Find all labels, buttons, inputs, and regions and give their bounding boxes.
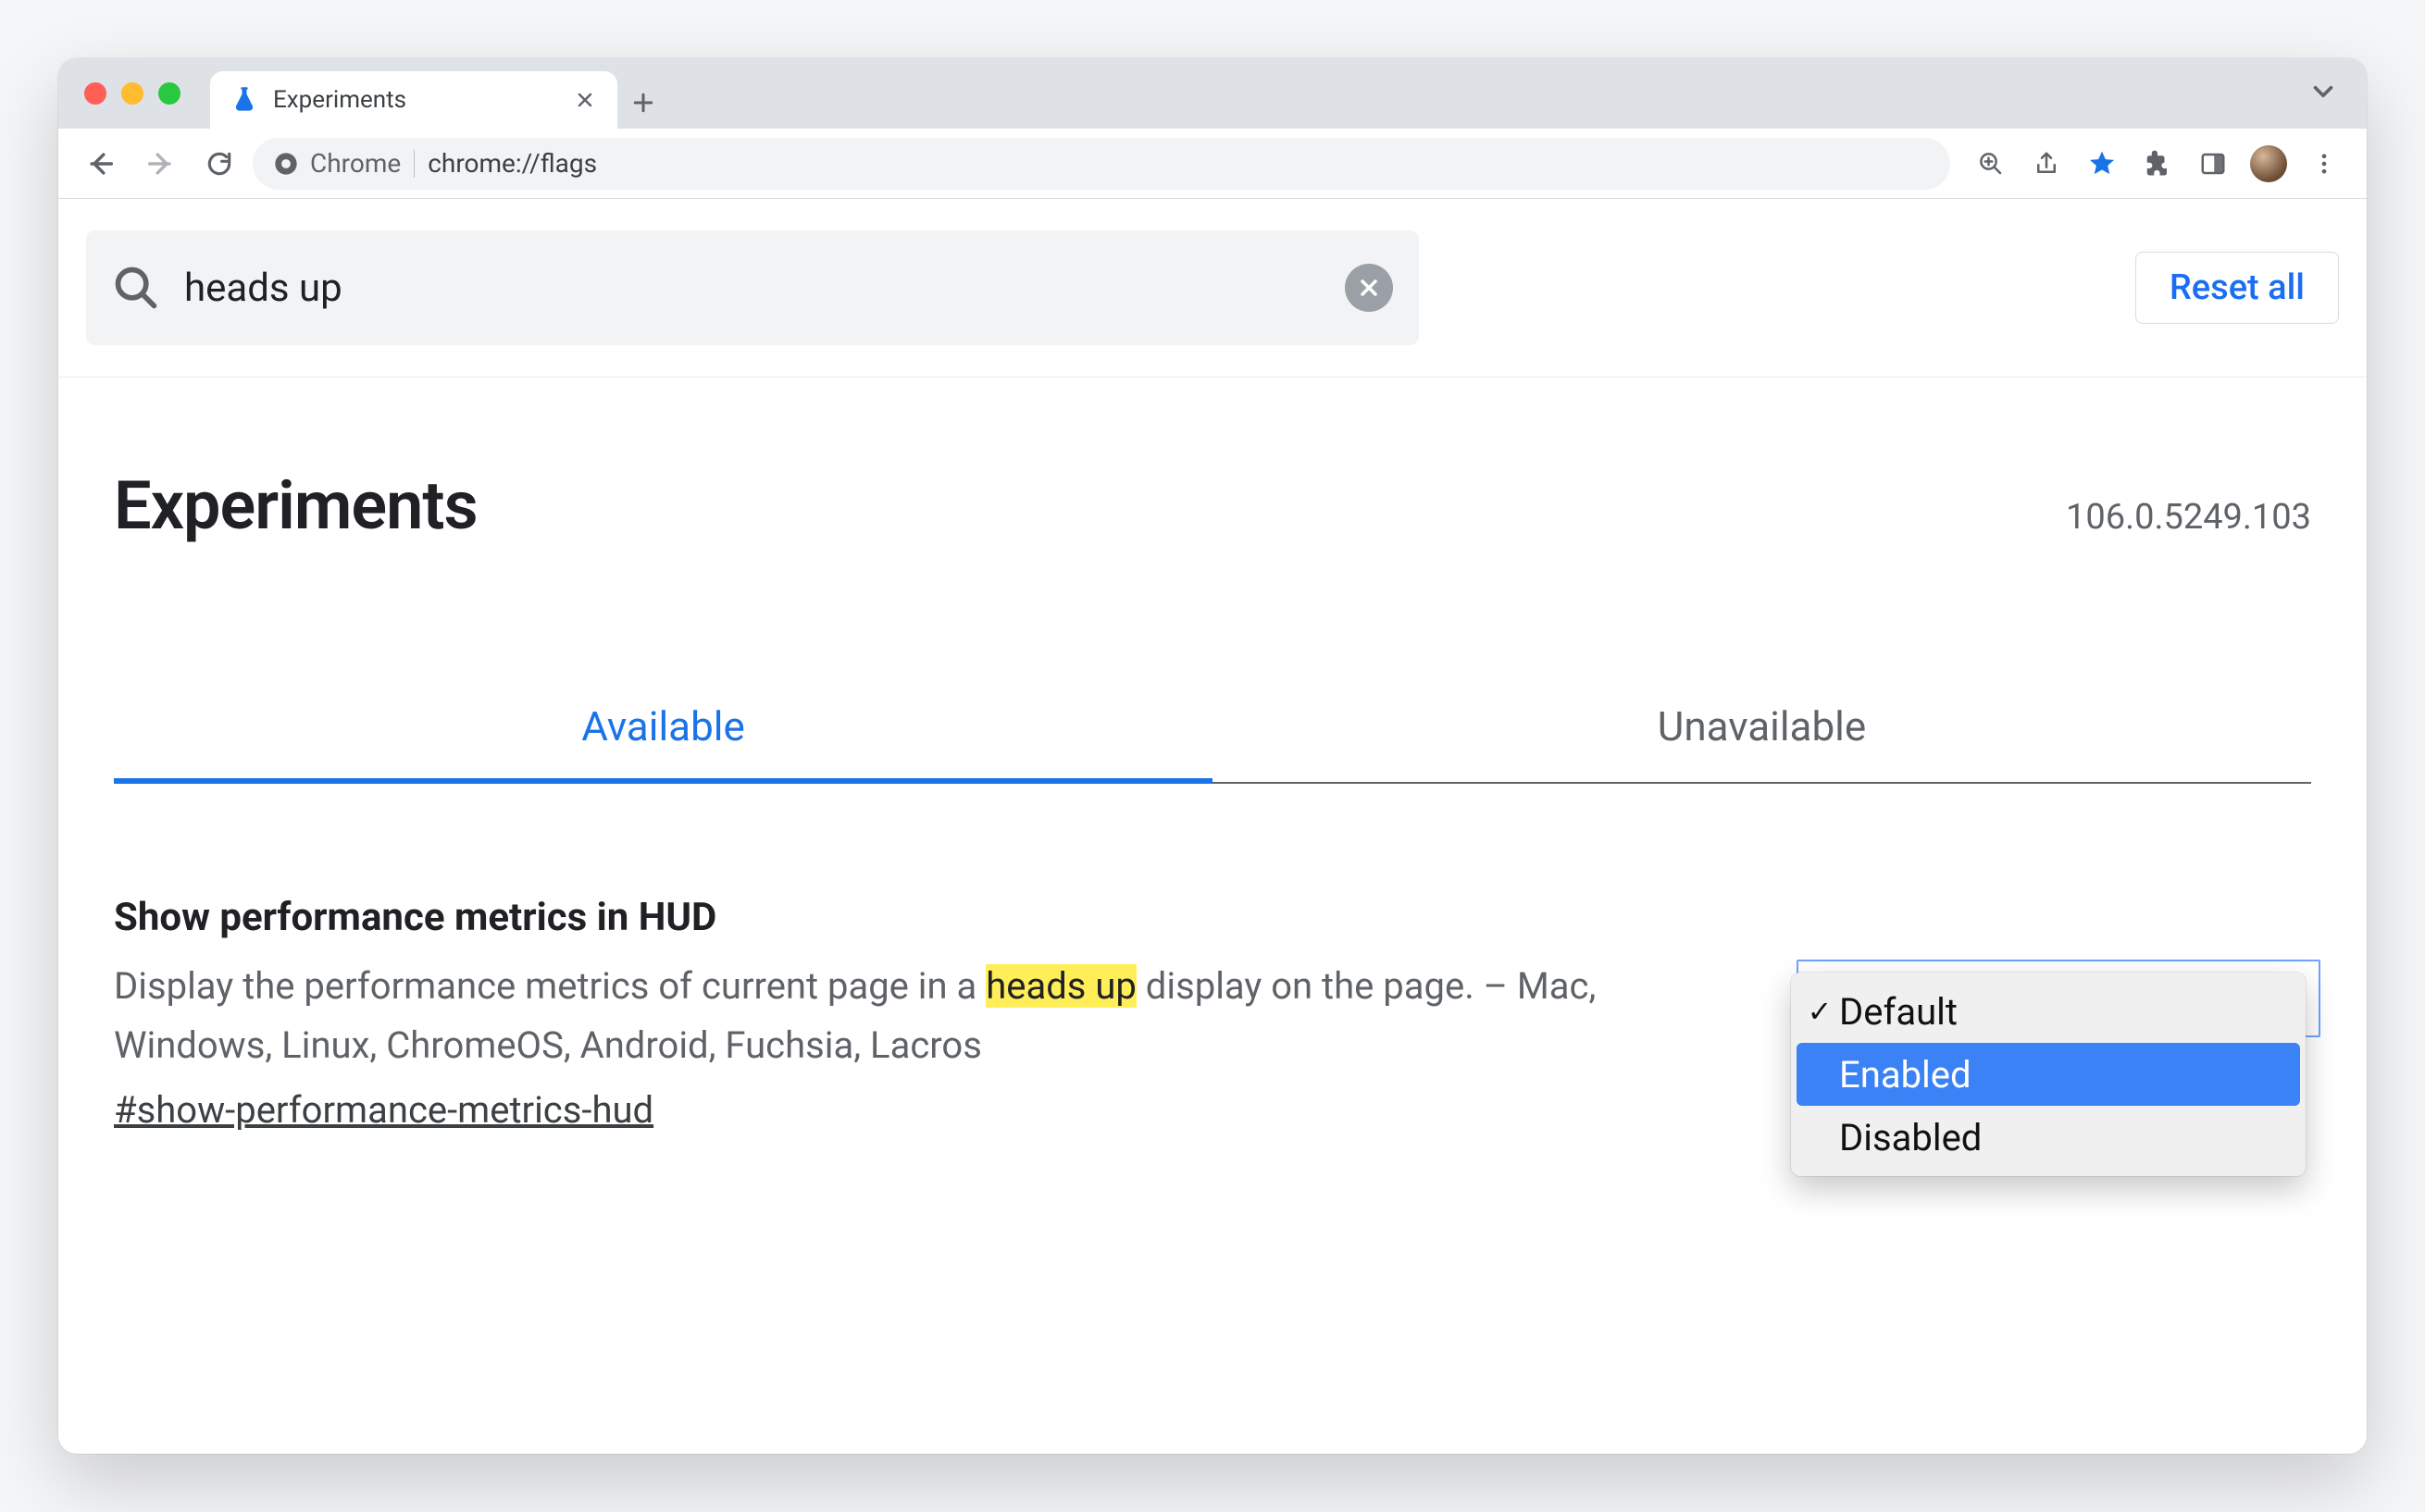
flag-anchor[interactable]: #show-performance-metrics-hud [114,1088,653,1132]
tab-available-label: Available [581,702,745,750]
chrome-window: Experiments [58,58,2367,1454]
dropdown-option-disabled[interactable]: ✓ Disabled [1797,1106,2300,1169]
clear-search-button[interactable] [1345,264,1393,312]
search-icon [112,264,160,312]
reset-all-label: Reset all [2170,267,2305,308]
omnibox-url: chrome://flags [428,148,597,179]
flag-dropdown: ✓ Default ✓ Enabled ✓ Disabled [1791,973,2306,1176]
extensions-icon[interactable] [2132,138,2183,190]
toolbar-right [1965,138,2350,190]
reset-all-button[interactable]: Reset all [2135,252,2339,324]
chrome-icon [273,151,299,177]
omnibox-separator [414,150,415,178]
window-controls [73,58,190,129]
flask-icon [230,86,258,114]
flag-description: Display the performance metrics of curre… [114,957,1760,1075]
option-label: Default [1839,990,1958,1034]
flags-search-box[interactable] [86,230,1419,345]
tab-unavailable[interactable]: Unavailable [1212,675,2311,782]
back-button[interactable] [75,138,127,190]
dropdown-option-enabled[interactable]: ✓ Enabled [1797,1043,2300,1106]
close-tab-icon[interactable] [571,86,599,114]
omnibox-chip-label: Chrome [310,148,401,179]
search-row: Reset all [58,199,2367,378]
chrome-version: 106.0.5249.103 [2066,497,2311,538]
page-title: Experiments [114,466,478,545]
tab-available[interactable]: Available [114,675,1212,782]
check-icon: ✓ [1806,994,1834,1029]
flag-desc-highlight: heads up [986,964,1137,1008]
browser-tab[interactable]: Experiments [210,71,617,129]
fullscreen-window-button[interactable] [158,82,180,105]
tab-strip: Experiments [58,58,2367,129]
share-icon[interactable] [2021,138,2072,190]
close-window-button[interactable] [84,82,106,105]
forward-button[interactable] [134,138,186,190]
zoom-icon[interactable] [1965,138,2017,190]
dropdown-option-default[interactable]: ✓ Default [1797,980,2300,1043]
flag-entry: Show performance metrics in HUD Display … [114,895,2311,1132]
tab-overflow-icon[interactable] [2307,76,2339,111]
minimize-window-button[interactable] [121,82,143,105]
option-label: Disabled [1839,1116,1982,1159]
flags-search-input[interactable] [182,265,1323,312]
omnibox-chip: Chrome [273,148,401,179]
tab-unavailable-label: Unavailable [1658,702,1866,750]
sidepanel-icon[interactable] [2187,138,2239,190]
reload-button[interactable] [193,138,245,190]
flags-tabs: Available Unavailable [114,675,2311,784]
flag-desc-pre: Display the performance metrics of curre… [114,964,986,1008]
new-tab-button[interactable] [617,77,669,129]
tab-title: Experiments [273,86,556,114]
bookmark-icon[interactable] [2076,138,2128,190]
page-content: Reset all Experiments 106.0.5249.103 Ava… [58,199,2367,1454]
flag-title: Show performance metrics in HUD [114,895,1760,940]
profile-avatar[interactable] [2243,138,2294,190]
option-label: Enabled [1839,1053,1971,1097]
toolbar: Chrome chrome://flags [58,129,2367,199]
menu-icon[interactable] [2298,138,2350,190]
omnibox[interactable]: Chrome chrome://flags [253,138,1950,190]
